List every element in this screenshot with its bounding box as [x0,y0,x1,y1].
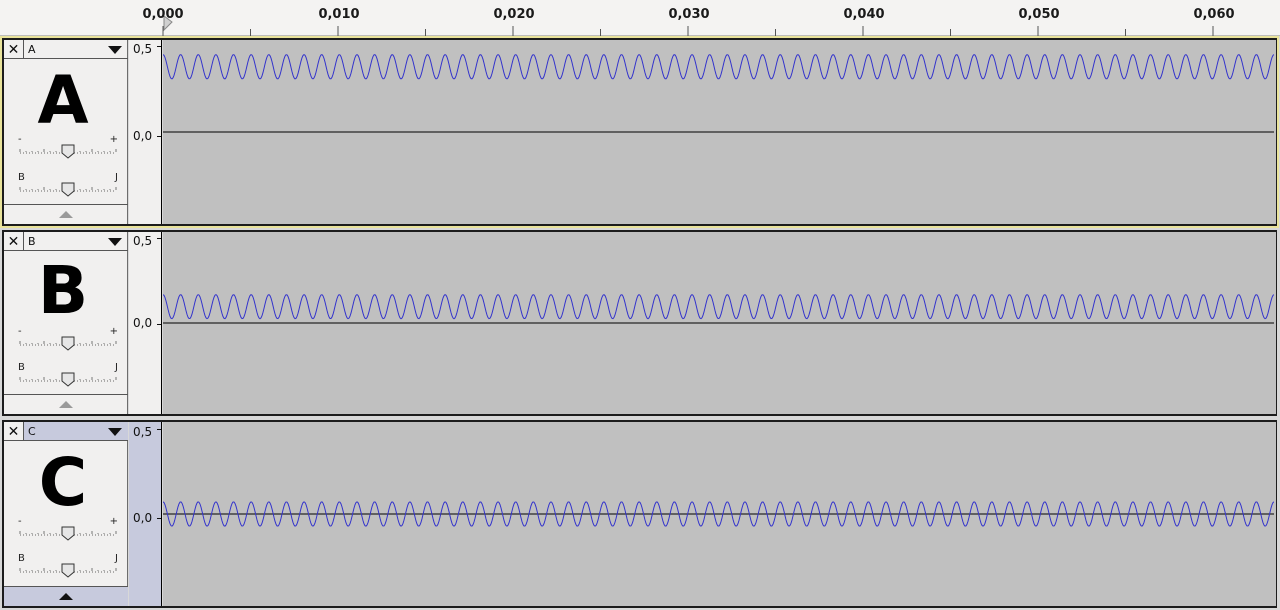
collapse-track-button[interactable] [4,394,128,414]
waveform-line [163,53,1274,80]
ruler-label-4: 0,040 [843,7,885,22]
scale-top-label: 0,5 [133,234,153,248]
track-title-bar: ✕ A [4,40,128,59]
scale-top-tick [157,429,161,430]
track-name: A [28,43,36,56]
slider-thumb [61,336,75,351]
scale-top-label: 0,5 [133,42,153,56]
track-title-bar: ✕ C [4,422,128,441]
slider-thumb [61,182,75,197]
track-letter: B [37,252,89,329]
slider-thumb [61,563,75,578]
dropdown-arrow-icon [108,428,122,436]
close-track-button[interactable]: ✕ [4,422,24,441]
vertical-ruler: 0,5 0,0 [129,40,162,224]
ruler-label-2: 0,020 [493,7,535,22]
gain-slider-track[interactable] [18,525,118,541]
dropdown-arrow-icon [108,46,122,54]
track-a[interactable]: ✕ A A - + B J 0,5 0,0 [0,36,1280,228]
scale-mid-tick [157,324,161,325]
track-b[interactable]: ✕ B B - + B J 0,5 0,0 [0,230,1280,416]
track-name: B [28,235,36,248]
ruler-label-3: 0,030 [668,7,710,22]
pan-slider-track[interactable] [18,562,118,578]
scale-mid-tick [157,518,161,519]
dropdown-arrow-icon [108,238,122,246]
scale-top-tick [157,46,161,47]
gain-slider[interactable]: - + [18,516,118,541]
collapse-arrow-icon [59,211,73,218]
track-c[interactable]: ✕ C C - + B J 0,5 0,0 [0,420,1280,608]
collapse-arrow-icon [59,593,73,600]
ruler-label-0: 0,000 [142,7,184,22]
pan-slider-track[interactable] [18,181,118,197]
track-letter: A [37,62,89,139]
scale-mid-label: 0,0 [133,316,153,330]
scale-top-label: 0,5 [133,425,153,439]
vertical-ruler: 0,5 0,0 [129,232,162,414]
collapse-track-button[interactable] [4,204,128,224]
gain-slider[interactable]: - + [18,134,118,159]
pan-slider[interactable]: B J [18,172,118,197]
waveform-area[interactable] [163,232,1276,414]
gain-slider-track[interactable] [18,335,118,351]
pan-slider[interactable]: B J [18,553,118,578]
gain-slider[interactable]: - + [18,326,118,351]
waveform-line [163,293,1274,320]
waveform [163,53,1274,133]
collapse-arrow-icon [59,401,73,408]
gain-slider-track[interactable] [18,143,118,159]
waveform [163,501,1274,527]
timeline-ruler[interactable]: 0,000 0,010 0,020 0,030 0,040 0,050 0,06… [0,0,1280,36]
pan-slider[interactable]: B J [18,362,118,387]
track-name: C [28,425,36,438]
ruler-label-6: 0,060 [1193,7,1235,22]
collapse-track-button[interactable] [4,586,128,606]
slider-thumb [61,372,75,387]
scale-top-tick [157,238,161,239]
waveform-area[interactable] [163,40,1276,224]
track-title-bar: ✕ B [4,232,128,251]
pan-slider-track[interactable] [18,371,118,387]
ruler-label-5: 0,050 [1018,7,1060,22]
track-control-panel[interactable]: ✕ C C - + B J [4,422,128,606]
ruler-label-1: 0,010 [318,7,360,22]
track-letter: C [38,444,88,521]
slider-thumb [61,526,75,541]
close-track-button[interactable]: ✕ [4,232,24,251]
track-control-panel[interactable]: ✕ A A - + B J [4,40,128,224]
scale-mid-tick [157,136,161,137]
slider-thumb [61,144,75,159]
ruler-ticks [162,15,1214,36]
track-name-menu[interactable]: B [24,232,128,250]
scale-mid-label: 0,0 [133,511,153,525]
track-control-panel[interactable]: ✕ B B - + B J [4,232,128,414]
waveform-area[interactable] [163,422,1276,606]
track-name-menu[interactable]: A [24,40,128,58]
track-name-menu[interactable]: C [24,422,128,440]
close-track-button[interactable]: ✕ [4,40,24,59]
waveform [163,293,1274,324]
scale-mid-label: 0,0 [133,129,153,143]
vertical-ruler: 0,5 0,0 [129,422,162,606]
